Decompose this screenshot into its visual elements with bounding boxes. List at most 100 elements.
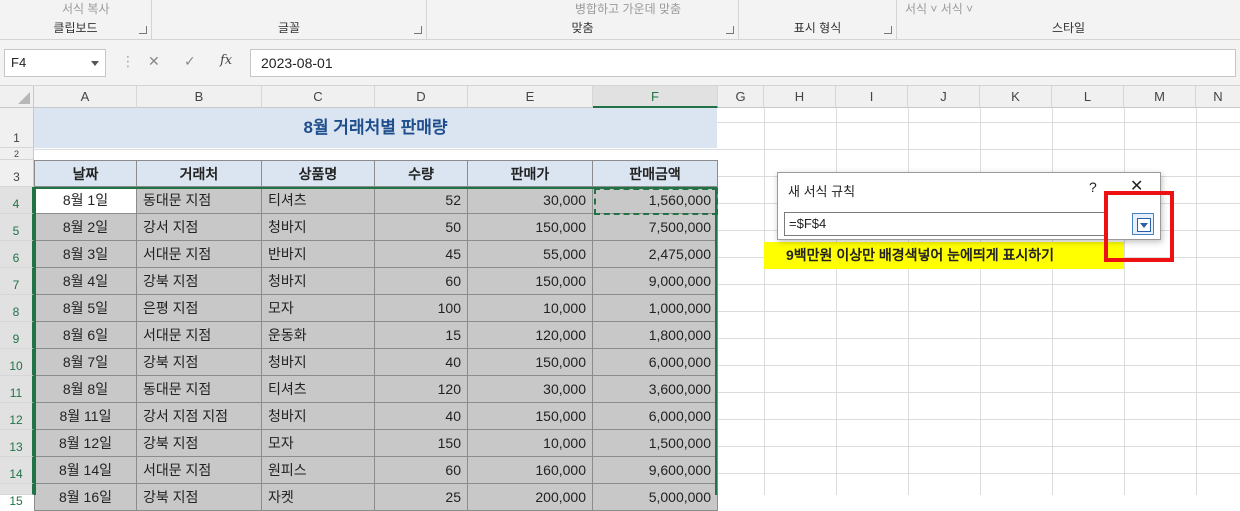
cell-product[interactable]: 청바지 — [262, 214, 375, 241]
header-cell-price[interactable]: 판매가 — [468, 160, 593, 187]
row-header-10[interactable]: 10 — [0, 349, 34, 376]
column-header-h[interactable]: H — [764, 86, 836, 108]
header-cell-client[interactable]: 거래처 — [137, 160, 262, 187]
cell-quantity[interactable]: 120 — [375, 376, 468, 403]
row-header-15[interactable]: 15 — [0, 484, 34, 508]
more-options-icon[interactable]: ⋮ — [121, 53, 135, 70]
cell-product[interactable]: 청바지 — [262, 349, 375, 376]
row-header-8[interactable]: 8 — [0, 295, 34, 322]
cell-price[interactable]: 10,000 — [468, 430, 593, 457]
cell-product[interactable]: 모자 — [262, 430, 375, 457]
row-header-4[interactable]: 4 — [0, 187, 34, 214]
cell-product[interactable]: 티셔츠 — [262, 187, 375, 214]
select-all-corner[interactable] — [0, 86, 34, 108]
cell-quantity[interactable]: 60 — [375, 457, 468, 484]
cell-quantity[interactable]: 52 — [375, 187, 468, 214]
cell-client[interactable]: 동대문 지점 — [137, 376, 262, 403]
cell-amount[interactable]: 6,000,000 — [593, 349, 718, 376]
header-cell-quantity[interactable]: 수량 — [375, 160, 468, 187]
cell-quantity[interactable]: 40 — [375, 349, 468, 376]
cell-date[interactable]: 8월 2일 — [34, 214, 137, 241]
cell-client[interactable]: 강북 지점 — [137, 349, 262, 376]
cell-quantity[interactable]: 60 — [375, 268, 468, 295]
column-header-n[interactable]: N — [1196, 86, 1240, 108]
cell-client[interactable]: 강서 지점 지점 — [137, 403, 262, 430]
cell-date[interactable]: 8월 1일 — [34, 187, 137, 214]
cancel-icon[interactable]: ✕ — [148, 53, 160, 70]
row-header-13[interactable]: 13 — [0, 430, 34, 457]
column-header-i[interactable]: I — [836, 86, 908, 108]
format-painter-label[interactable]: 서식 복사 — [62, 0, 110, 17]
cell-quantity[interactable]: 15 — [375, 322, 468, 349]
cell-client[interactable]: 서대문 지점 — [137, 322, 262, 349]
cell-amount[interactable]: 1,560,000 — [593, 187, 718, 214]
cell-client[interactable]: 서대문 지점 — [137, 457, 262, 484]
column-header-m[interactable]: M — [1124, 86, 1196, 108]
row-header-6[interactable]: 6 — [0, 241, 34, 268]
cell-quantity[interactable]: 40 — [375, 403, 468, 430]
cell-date[interactable]: 8월 14일 — [34, 457, 137, 484]
cell-amount[interactable]: 7,500,000 — [593, 214, 718, 241]
cell-price[interactable]: 120,000 — [468, 322, 593, 349]
cell-client[interactable]: 강북 지점 — [137, 484, 262, 511]
collapse-dialog-icon[interactable] — [1132, 213, 1154, 235]
cell-product[interactable]: 청바지 — [262, 403, 375, 430]
row-header-1[interactable]: 1 — [0, 108, 34, 148]
cell-product[interactable]: 원피스 — [262, 457, 375, 484]
cell-quantity[interactable]: 100 — [375, 295, 468, 322]
insert-function-icon[interactable]: fx — [220, 53, 232, 68]
cell-amount[interactable]: 5,000,000 — [593, 484, 718, 511]
cell-amount[interactable]: 1,000,000 — [593, 295, 718, 322]
column-header-e[interactable]: E — [468, 86, 593, 108]
cell-amount[interactable]: 3,600,000 — [593, 376, 718, 403]
close-icon[interactable]: ✕ — [1130, 176, 1143, 196]
row-header-14[interactable]: 14 — [0, 457, 34, 484]
column-header-d[interactable]: D — [375, 86, 468, 108]
cell-price[interactable]: 30,000 — [468, 187, 593, 214]
cell-amount[interactable]: 9,600,000 — [593, 457, 718, 484]
formula-reference-input[interactable]: =$F$4 — [784, 212, 1108, 236]
cell-price[interactable]: 150,000 — [468, 349, 593, 376]
cell-date[interactable]: 8월 16일 — [34, 484, 137, 511]
dialog-launcher-icon[interactable] — [726, 26, 734, 34]
cell-quantity[interactable]: 25 — [375, 484, 468, 511]
dialog-launcher-icon[interactable] — [139, 26, 147, 34]
sheet-title[interactable]: 8월 거래처별 판매량 — [34, 108, 717, 148]
enter-icon[interactable]: ✓ — [184, 53, 196, 70]
cell-product[interactable]: 티셔츠 — [262, 376, 375, 403]
row-header-12[interactable]: 12 — [0, 403, 34, 430]
cell-quantity[interactable]: 45 — [375, 241, 468, 268]
column-header-c[interactable]: C — [262, 86, 375, 108]
cell-price[interactable]: 55,000 — [468, 241, 593, 268]
column-header-g[interactable]: G — [718, 86, 764, 108]
column-header-f[interactable]: F — [593, 86, 718, 108]
styles-format-label[interactable]: 서식 ˅ 서식 ˅ — [905, 0, 973, 17]
cell-date[interactable]: 8월 3일 — [34, 241, 137, 268]
formula-input[interactable]: 2023-08-01 — [250, 49, 1236, 77]
cell-product[interactable]: 자켓 — [262, 484, 375, 511]
cell-price[interactable]: 30,000 — [468, 376, 593, 403]
cell-product[interactable]: 모자 — [262, 295, 375, 322]
cell-price[interactable]: 10,000 — [468, 295, 593, 322]
cell-product[interactable]: 반바지 — [262, 241, 375, 268]
column-header-l[interactable]: L — [1052, 86, 1124, 108]
cell-amount[interactable]: 1,800,000 — [593, 322, 718, 349]
cell-price[interactable]: 150,000 — [468, 403, 593, 430]
cell-date[interactable]: 8월 4일 — [34, 268, 137, 295]
cell-date[interactable]: 8월 6일 — [34, 322, 137, 349]
cell-client[interactable]: 동대문 지점 — [137, 187, 262, 214]
cell-date[interactable]: 8월 7일 — [34, 349, 137, 376]
cell-date[interactable]: 8월 11일 — [34, 403, 137, 430]
chevron-down-icon[interactable] — [91, 61, 99, 66]
merge-center-label[interactable]: 병합하고 가운데 맞춤 — [575, 0, 681, 17]
cell-quantity[interactable]: 150 — [375, 430, 468, 457]
header-cell-date[interactable]: 날짜 — [34, 160, 137, 187]
cell-price[interactable]: 150,000 — [468, 268, 593, 295]
cell-amount[interactable]: 9,000,000 — [593, 268, 718, 295]
column-header-k[interactable]: K — [980, 86, 1052, 108]
cell-client[interactable]: 서대문 지점 — [137, 241, 262, 268]
column-header-j[interactable]: J — [908, 86, 980, 108]
help-icon[interactable]: ? — [1089, 179, 1097, 195]
cell-quantity[interactable]: 50 — [375, 214, 468, 241]
cell-amount[interactable]: 6,000,000 — [593, 403, 718, 430]
